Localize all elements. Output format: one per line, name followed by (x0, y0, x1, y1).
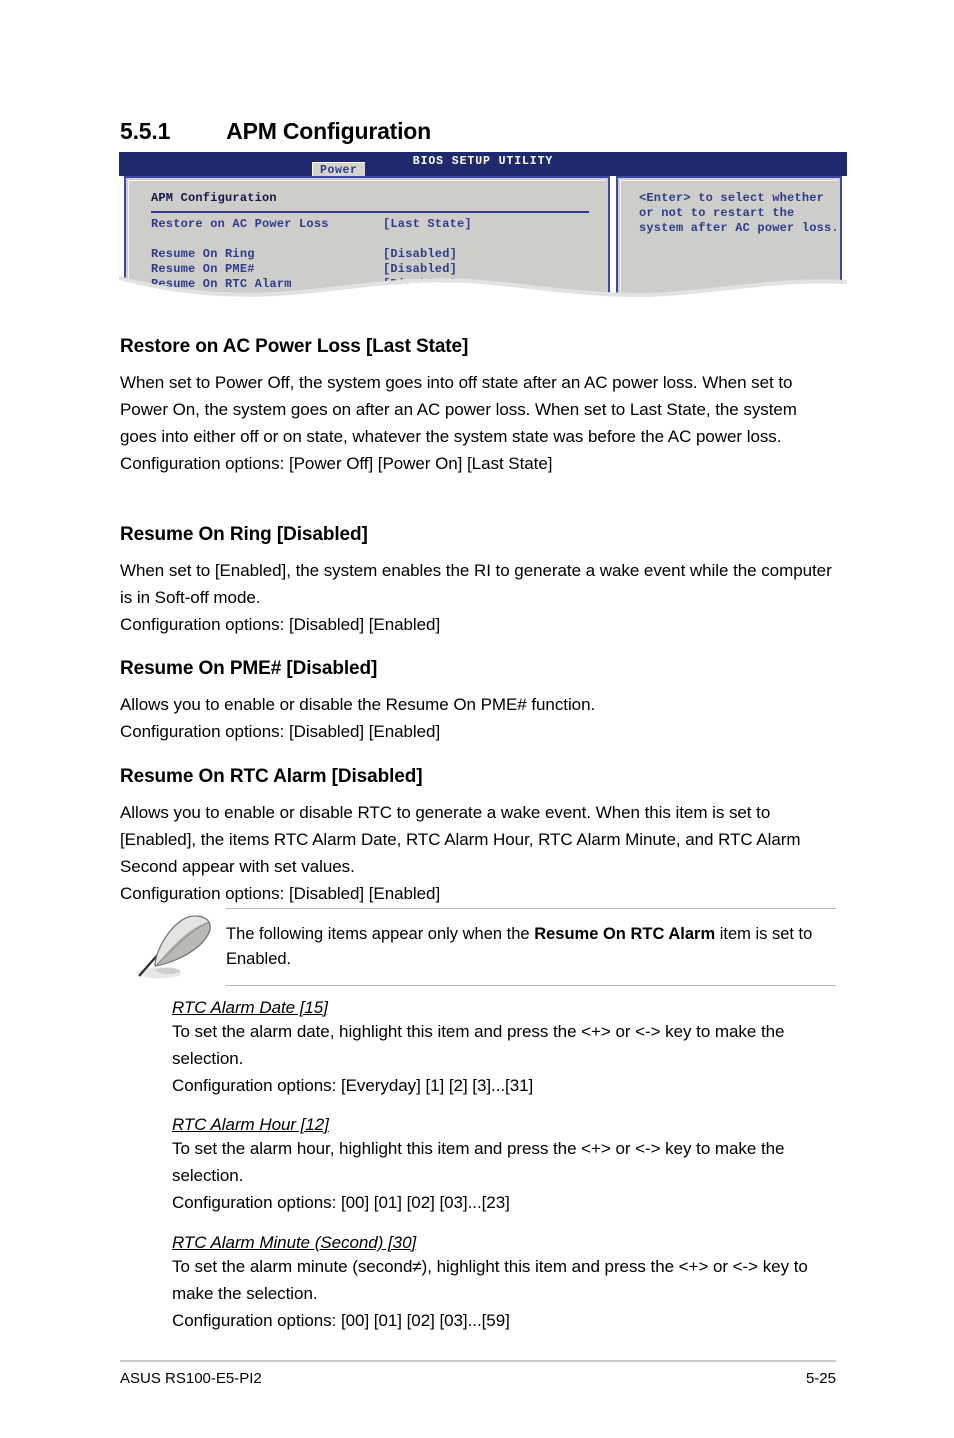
document-page: 5.5.1 APM Configuration BIOS SETUP UTILI… (0, 0, 954, 1438)
bios-setting-row[interactable]: Resume On RTC Alarm [Disabled] (151, 277, 472, 292)
note-text-before: The following items appear only when the (226, 925, 535, 943)
setting-section-resume-on-pme: Resume On PME# [Disabled] Allows you to … (120, 658, 836, 745)
bios-body: APM Configuration Restore on AC Power Lo… (119, 176, 847, 300)
bios-help-panel: <Enter> to select whether or not to rest… (616, 176, 842, 300)
section-heading: 5.5.1 APM Configuration (120, 118, 850, 145)
section-number: 5.5.1 (120, 118, 171, 144)
bios-setting-row[interactable]: Resume On PME# [Disabled] (151, 262, 472, 277)
quill-pen-icon (137, 915, 211, 979)
footer-divider (120, 1360, 836, 1362)
setting-heading: Resume On PME# [Disabled] (120, 658, 378, 679)
bios-help-text: <Enter> to select whether or not to rest… (639, 191, 839, 235)
note-bottom-divider (226, 985, 836, 986)
subsetting-section-rtc-alarm-date: RTC Alarm Date [15] To set the alarm dat… (172, 998, 842, 1099)
setting-section-resume-on-rtc-alarm: Resume On RTC Alarm [Disabled] Allows yo… (120, 766, 836, 907)
note-text: The following items appear only when the… (226, 922, 830, 972)
bios-help-panel-inner: <Enter> to select whether or not to rest… (620, 180, 839, 298)
setting-config-options: Configuration options: [Disabled] [Enabl… (120, 884, 441, 903)
setting-heading: Resume On Ring [Disabled] (120, 524, 368, 545)
bios-setting-label: Resume On Ring (151, 247, 255, 261)
subsetting-config-options: Configuration options: [00] [01] [02] [0… (172, 1193, 510, 1212)
bios-row-spacer (151, 232, 472, 247)
bios-setting-value: [Disabled] (383, 247, 458, 261)
subsetting-config-options: Configuration options: [00] [01] [02] [0… (172, 1311, 510, 1330)
subsetting-description: To set the alarm date, highlight this it… (172, 1022, 785, 1068)
bios-setting-label: Restore on AC Power Loss (151, 217, 329, 231)
bios-settings-list: Restore on AC Power Loss [Last State] Re… (151, 217, 472, 292)
subsetting-description: To set the alarm hour, highlight this it… (172, 1139, 785, 1185)
setting-section-restore-on-ac-power-loss: Restore on AC Power Loss [Last State] Wh… (120, 336, 836, 477)
subsetting-heading: RTC Alarm Date [15] (172, 998, 328, 1017)
bios-setting-row[interactable]: Restore on AC Power Loss [Last State] (151, 217, 472, 232)
page-title: APM Configuration (226, 118, 432, 144)
subsetting-config-options: Configuration options: [Everyday] [1] [2… (172, 1076, 534, 1095)
note-top-divider (226, 908, 836, 909)
setting-description: Allows you to enable or disable the Resu… (120, 695, 596, 714)
subsetting-section-rtc-alarm-hour: RTC Alarm Hour [12] To set the alarm hou… (172, 1115, 842, 1216)
bios-setting-value: [Disabled] (383, 277, 458, 291)
bios-setting-value: [Disabled] (383, 262, 458, 276)
bios-main-panel: APM Configuration Restore on AC Power Lo… (124, 176, 610, 300)
setting-description: Allows you to enable or disable RTC to g… (120, 803, 801, 876)
setting-heading: Restore on AC Power Loss [Last State] (120, 336, 469, 357)
subsetting-heading: RTC Alarm Hour [12] (172, 1115, 329, 1134)
bios-panel-divider (151, 211, 589, 213)
setting-heading: Resume On RTC Alarm [Disabled] (120, 766, 423, 787)
setting-description: When set to [Enabled], the system enable… (120, 561, 832, 607)
setting-config-options: Configuration options: [Power Off] [Powe… (120, 454, 553, 473)
bios-utility-title: BIOS SETUP UTILITY (412, 155, 554, 168)
bios-setup-screenshot: BIOS SETUP UTILITY Power APM Configurati… (119, 152, 847, 300)
subsetting-description: To set the alarm minute (second≠), highl… (172, 1257, 808, 1303)
setting-section-resume-on-ring: Resume On Ring [Disabled] When set to [E… (120, 524, 836, 638)
bios-main-panel-inner: APM Configuration Restore on AC Power Lo… (128, 180, 606, 298)
footer-product-name: ASUS RS100-E5-PI2 (120, 1370, 262, 1387)
subsetting-heading: RTC Alarm Minute (Second) [30] (172, 1233, 417, 1252)
note-text-bold: Resume On RTC Alarm (534, 925, 716, 943)
note-callout: The following items appear only when the… (120, 908, 836, 986)
subsetting-section-rtc-alarm-minute: RTC Alarm Minute (Second) [30] To set th… (172, 1233, 842, 1334)
footer-page-number: 5-25 (805, 1370, 836, 1387)
bios-setting-label: Resume On PME# (151, 262, 255, 276)
bios-setting-label: Resume On RTC Alarm (151, 277, 292, 291)
bios-panel-heading: APM Configuration (151, 191, 277, 205)
setting-config-options: Configuration options: [Disabled] [Enabl… (120, 615, 441, 634)
bios-setting-row[interactable]: Resume On Ring [Disabled] (151, 247, 472, 262)
bios-setting-value: [Last State] (383, 217, 472, 231)
setting-config-options: Configuration options: [Disabled] [Enabl… (120, 722, 441, 741)
setting-description: When set to Power Off, the system goes i… (120, 373, 797, 446)
